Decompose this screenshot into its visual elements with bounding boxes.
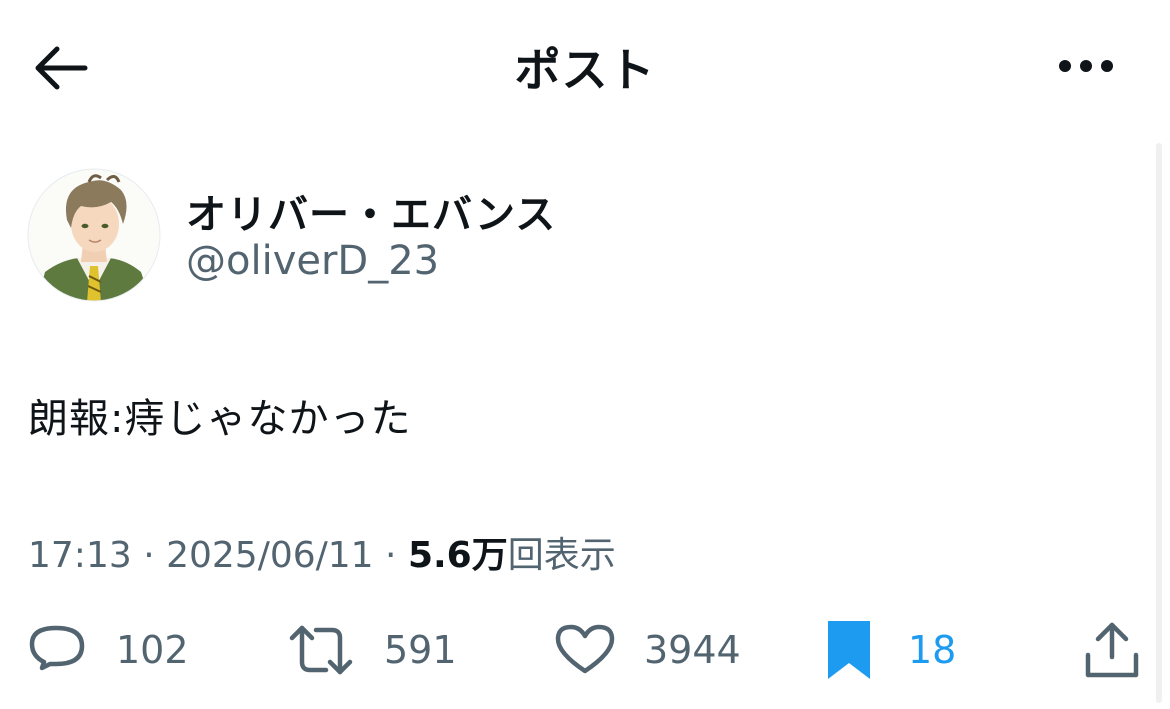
- top-bar: ポスト: [0, 0, 1170, 134]
- more-options-button[interactable]: [1052, 48, 1120, 84]
- share-button[interactable]: [1084, 610, 1140, 690]
- bookmark-count: 18: [908, 628, 957, 672]
- author-handle[interactable]: @oliverD_23: [186, 238, 439, 284]
- views-label: 回表示: [507, 535, 616, 576]
- repost-button[interactable]: 591: [286, 610, 457, 690]
- bookmark-button[interactable]: 18: [824, 610, 956, 690]
- action-bar: 102 591 3944 18: [0, 610, 1170, 690]
- author-name[interactable]: オリバー・エバンス: [186, 182, 556, 240]
- post-meta: 17:13 · 2025/06/11 · 5.6万回表示: [28, 526, 616, 578]
- like-count: 3944: [644, 628, 741, 672]
- views-count[interactable]: 5.6万: [408, 535, 508, 576]
- share-icon: [1085, 622, 1139, 678]
- reply-count: 102: [116, 628, 189, 672]
- post-date[interactable]: 2025/06/11: [166, 535, 374, 576]
- reply-button[interactable]: 102: [28, 610, 189, 690]
- bookmark-icon: [828, 621, 870, 679]
- avatar-image: [27, 168, 161, 302]
- heart-icon: [555, 624, 615, 674]
- post-time[interactable]: 17:13: [28, 535, 132, 576]
- post-text: 朗報:痔じゃなかった: [28, 396, 412, 442]
- repost-icon: [289, 625, 353, 675]
- like-button[interactable]: 3944: [554, 610, 741, 690]
- page-title: ポスト: [514, 43, 656, 97]
- meta-separator: ·: [385, 535, 408, 576]
- more-horizontal-icon: [1059, 60, 1113, 72]
- repost-count: 591: [384, 628, 457, 672]
- reply-icon: [29, 625, 85, 671]
- avatar[interactable]: [27, 168, 161, 302]
- meta-separator: ·: [143, 535, 167, 576]
